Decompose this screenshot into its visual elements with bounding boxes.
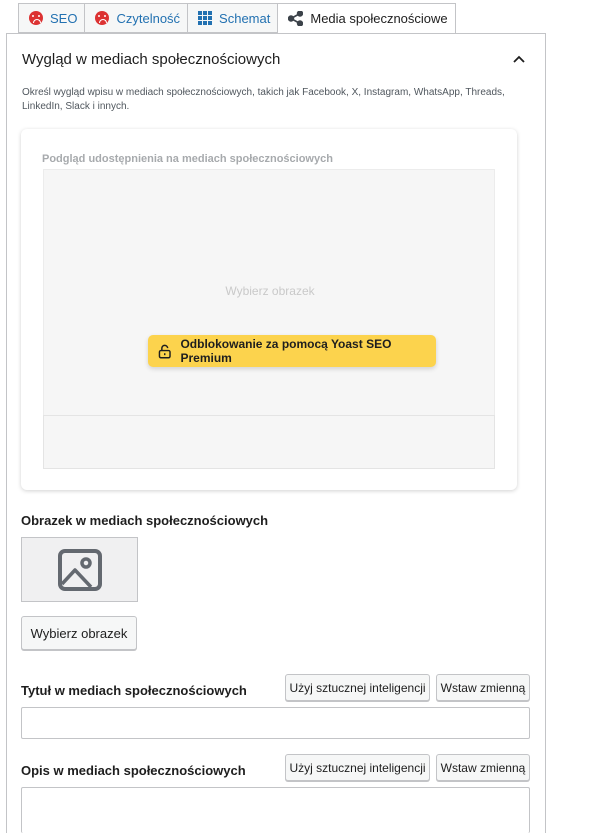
tab-readability-label: Czytelność (116, 10, 181, 26)
title-field-label: Tytuł w mediach społecznościowych (21, 683, 247, 698)
preview-image-area[interactable]: Wybierz obrazek Odblokowanie za pomocą Y… (43, 169, 495, 415)
unlock-icon (158, 344, 171, 358)
select-image-button[interactable]: Wybierz obrazek (21, 616, 137, 650)
tab-readability[interactable]: Czytelność (84, 3, 188, 33)
tab-schema-label: Schemat (219, 10, 271, 26)
section-title: Wygląd w mediach społecznościowych (22, 51, 281, 68)
share-icon (288, 11, 304, 26)
tab-seo-label: SEO (50, 10, 78, 26)
tab-schema[interactable]: Schemat (187, 3, 278, 33)
unlock-label: Odblokowanie za pomocą Yoast SEO Premium (180, 337, 392, 365)
image-icon (57, 548, 102, 591)
title-ai-button[interactable]: Użyj sztucznej inteligencji (285, 674, 430, 701)
description-field-label: Opis w mediach społecznościowych (21, 763, 246, 778)
preview-footer (43, 415, 495, 469)
section-description: Określ wygląd wpisu w mediach społecznoś… (22, 87, 505, 112)
image-placeholder (21, 537, 138, 602)
description-ai-button[interactable]: Użyj sztucznej inteligencji (285, 754, 430, 781)
metabox-tabs: SEO Czytelność Schemat Media społecznośc… (18, 3, 456, 34)
tab-social-media-label: Media społecznościowe (310, 11, 448, 26)
unlock-premium-button[interactable]: Odblokowanie za pomocą Yoast SEO Premium (148, 335, 436, 367)
description-insert-variable-button[interactable]: Wstaw zmienną (436, 754, 530, 781)
preview-placeholder: Wybierz obrazek (225, 284, 315, 298)
grid-icon (198, 11, 213, 25)
image-field-label: Obrazek w mediach społecznościowych (21, 513, 269, 528)
sad-face-icon (29, 11, 43, 25)
chevron-up-icon[interactable] (511, 53, 527, 65)
description-input[interactable] (21, 787, 530, 833)
preview-title: Podgląd udostępnienia na mediach społecz… (42, 153, 333, 165)
title-insert-variable-button[interactable]: Wstaw zmienną (436, 674, 530, 701)
tab-social-media[interactable]: Media społecznościowe (277, 3, 456, 34)
tab-seo[interactable]: SEO (18, 3, 85, 33)
sad-face-icon (95, 11, 110, 25)
title-input[interactable] (21, 707, 530, 739)
share-preview-card: Podgląd udostępnienia na mediach społecz… (21, 129, 517, 490)
